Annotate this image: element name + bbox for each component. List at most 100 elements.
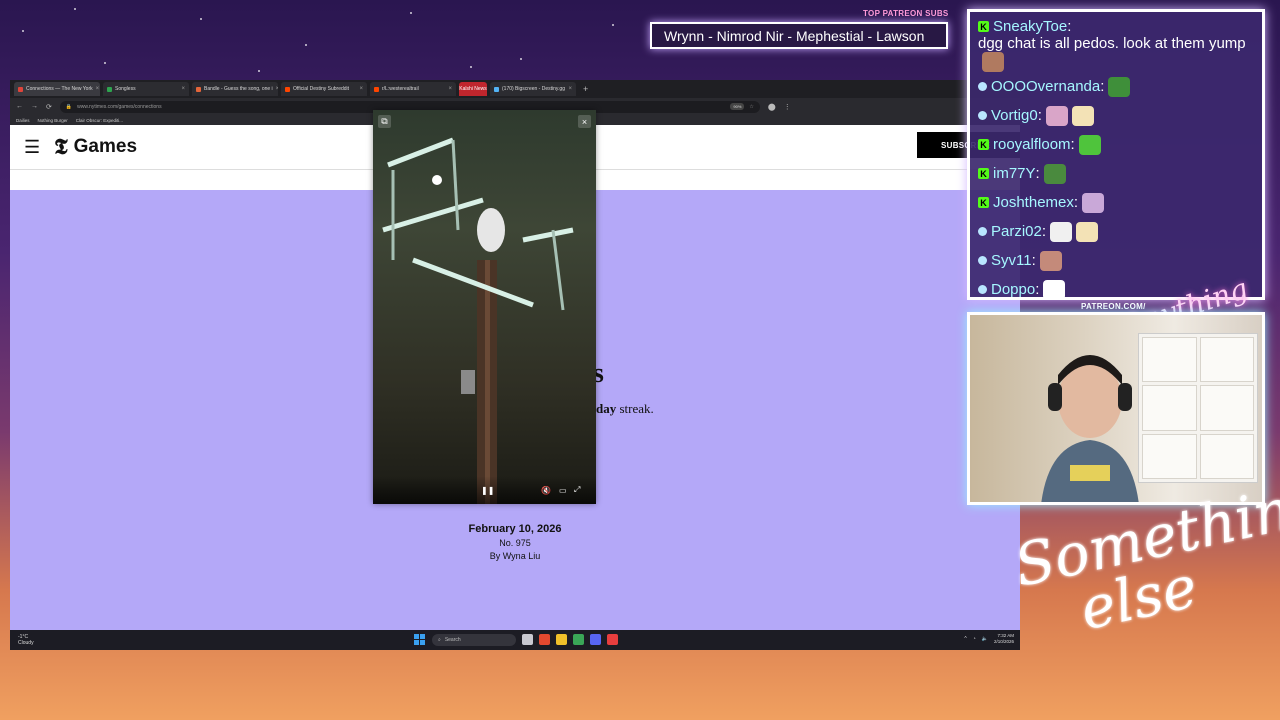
patreon-subs-ticker: Wrynn - Nimrod Nir - Mephestial - Lawson — [650, 22, 948, 49]
file-explorer-icon[interactable] — [556, 634, 567, 645]
chat-emote-icon — [1045, 105, 1068, 126]
video-frame — [382, 137, 574, 504]
volume-icon[interactable]: 🔈 — [982, 636, 988, 642]
picture-in-picture-video[interactable]: ⧉ × ❚❚ 🔇 ▭ ⤢ — [373, 110, 596, 504]
chat-username[interactable]: im77Y — [993, 165, 1036, 182]
chat-username[interactable]: Joshthemex — [993, 194, 1074, 211]
zoom-level[interactable]: 90% — [730, 103, 745, 110]
twitch-badge-icon — [978, 285, 987, 294]
chat-username[interactable]: SneakyToe — [993, 18, 1067, 35]
extensions-icon[interactable]: ⬤ — [768, 103, 776, 111]
nyt-logo[interactable]: 𝕿 — [54, 134, 68, 160]
back-icon[interactable]: ← — [16, 103, 23, 110]
obs-icon[interactable] — [607, 634, 618, 645]
weather-desc: Cloudy — [18, 640, 34, 646]
puzzle-byline: By Wyna Liu — [489, 551, 541, 561]
chat-message: K Joshthemex: — [978, 188, 1254, 217]
webcam-patreon-label: PATREON.COM/ — [1081, 302, 1146, 311]
streak-bold: day — [596, 401, 617, 416]
mute-icon[interactable]: 🔇 — [541, 486, 551, 495]
browser-tab[interactable]: Connections — The New York × — [14, 82, 100, 96]
streak-text: day streak. — [596, 401, 654, 417]
clock[interactable]: 7:32 AM 2/10/2026 — [994, 633, 1014, 644]
tab-close-icon[interactable]: × — [96, 86, 100, 92]
chat-username[interactable]: Vortig0 — [991, 107, 1038, 124]
chat-username[interactable]: rooyalfloom — [993, 136, 1071, 153]
tab-label: Bandle - Guess the song, one i — [204, 86, 273, 92]
chat-emote-icon — [1078, 134, 1101, 155]
browser-tab-bar: Connections — The New York × Songless × Band… — [10, 80, 1020, 98]
twitch-badge-icon — [978, 256, 987, 265]
chat-emote-icon — [982, 52, 1004, 72]
pip-controls: ❚❚ 🔇 ▭ ⤢ — [373, 476, 596, 504]
tab-close-icon[interactable]: × — [448, 86, 452, 92]
search-placeholder: Search — [444, 637, 461, 643]
twitch-badge-icon — [978, 82, 987, 91]
pause-icon[interactable]: ❚❚ — [481, 486, 494, 495]
bookmark-item[interactable]: Dailies — [16, 118, 30, 123]
spotify-icon[interactable] — [573, 634, 584, 645]
system-tray: ^ ◔ 🔈 7:32 AM 2/10/2026 — [964, 633, 1014, 644]
browser-tab[interactable]: Official Destiny Subreddit × — [281, 82, 367, 96]
windows-taskbar: -1°C Cloudy ⌕ Search ^ ◔ 🔈 7:32 AM 2/10/… — [10, 630, 1020, 650]
tab-favicon-icon — [285, 86, 290, 92]
network-icon[interactable]: ◔ — [973, 636, 976, 642]
browser-tab[interactable]: Kalshi News — [459, 82, 487, 96]
chat-message: Krooyalfloom: — [978, 130, 1254, 159]
task-view-icon[interactable] — [522, 634, 533, 645]
weather-widget[interactable]: -1°C Cloudy — [18, 634, 34, 646]
browser-tab[interactable]: (170) Bigscreen - Destiny.gg × — [490, 82, 576, 96]
chat-emote-icon — [1071, 105, 1094, 126]
hamburger-menu-icon[interactable]: ☰ — [24, 137, 40, 158]
chat-username[interactable]: Parzi02 — [991, 223, 1042, 240]
search-icon: ⌕ — [438, 637, 441, 643]
puzzle-number: No. 975 — [499, 538, 531, 548]
browser-tab[interactable]: Songless × — [103, 82, 189, 96]
pip-back-to-tab-icon[interactable]: ⧉ — [378, 115, 391, 128]
menu-icon[interactable]: ⋮ — [784, 103, 791, 111]
clock-time: 7:32 AM — [997, 633, 1014, 638]
browser-tab[interactable]: r/L:westerealtrail × — [370, 82, 456, 96]
tab-close-icon[interactable]: × — [359, 86, 363, 92]
kick-badge-icon: K — [978, 168, 989, 179]
chat-username[interactable]: OOOOvernanda — [991, 78, 1100, 95]
windows-start-icon[interactable] — [414, 634, 425, 645]
tab-favicon-icon — [196, 86, 201, 92]
bookmark-item[interactable]: Clair Obscur: Expediti... — [76, 118, 123, 123]
pip-close-icon[interactable]: × — [578, 115, 591, 128]
browser-tab[interactable]: Bandle - Guess the song, one i × — [192, 82, 278, 96]
kick-badge-icon: K — [978, 21, 989, 32]
reload-icon[interactable]: ⟳ — [46, 103, 52, 111]
expand-icon[interactable]: ⤢ — [574, 485, 580, 495]
games-title[interactable]: Games — [74, 136, 137, 158]
tab-favicon-icon — [107, 86, 112, 92]
tab-close-icon[interactable]: × — [276, 86, 278, 92]
tab-close-icon[interactable]: × — [568, 86, 572, 92]
chat-separator: : — [1041, 223, 1047, 240]
tab-close-icon[interactable]: × — [181, 86, 185, 92]
chat-text: dgg chat is all pedos. look at them yump — [978, 35, 1246, 52]
kick-badge-icon: K — [978, 139, 989, 150]
bookmark-item[interactable]: Nothing Burger — [38, 118, 68, 123]
chat-username[interactable]: Syv11 — [991, 252, 1032, 269]
stream-chat: K SneakyToe: dgg chat is all pedos. look a… — [967, 9, 1265, 300]
captions-icon[interactable]: ▭ — [559, 486, 567, 495]
new-tab-icon[interactable]: + — [583, 84, 588, 94]
chat-username[interactable]: Doppo — [991, 281, 1035, 298]
chevron-up-icon[interactable]: ^ — [964, 636, 966, 642]
lock-icon: 🔒 — [65, 103, 73, 110]
chat-separator: : — [1035, 281, 1040, 298]
discord-icon[interactable] — [590, 634, 601, 645]
streak-rest: streak. — [616, 401, 654, 416]
clock-date: 2/10/2026 — [993, 638, 1014, 644]
url-text: www.nytimes.com/games/connections — [77, 103, 162, 110]
forward-icon[interactable]: → — [31, 103, 38, 110]
chat-emote-icon — [1043, 163, 1066, 184]
firefox-icon[interactable] — [539, 634, 550, 645]
chat-message: Vortig0: — [978, 101, 1254, 130]
taskbar-search[interactable]: ⌕ Search — [432, 634, 516, 646]
chat-separator: : — [1100, 78, 1105, 95]
bookmark-star-icon[interactable]: ☆ — [749, 104, 753, 110]
tab-label: r/L:westerealtrail — [382, 86, 419, 92]
chat-separator: : — [1073, 194, 1079, 211]
